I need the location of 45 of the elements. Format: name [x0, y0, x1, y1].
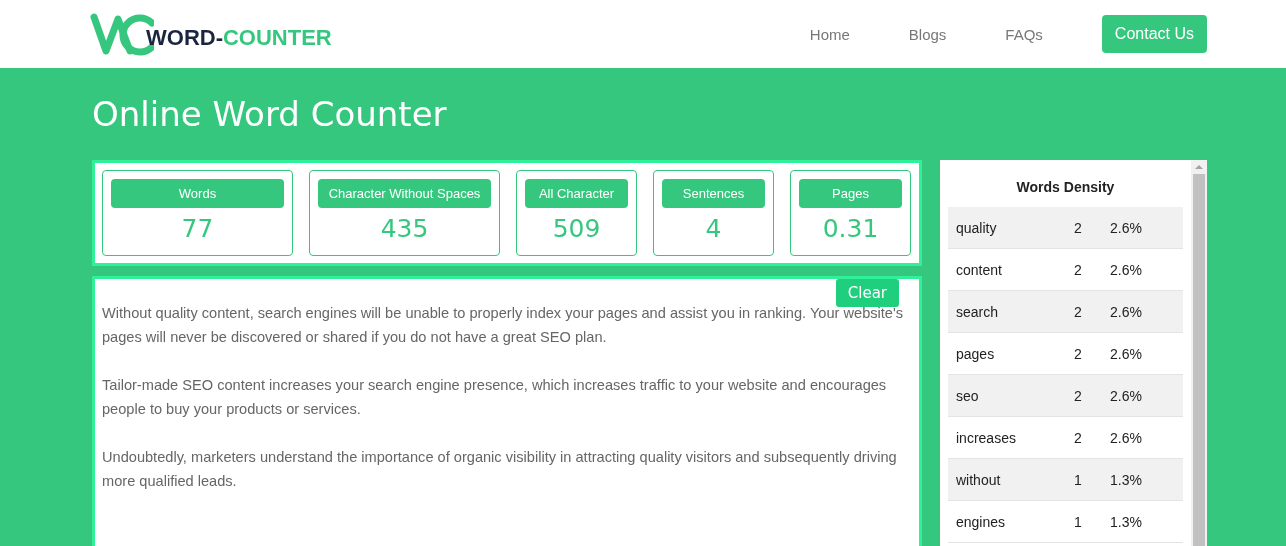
density-word: search: [955, 303, 1000, 320]
page-title: Online Word Counter: [92, 93, 448, 136]
stat-label: All Character: [525, 179, 628, 208]
density-word: engines: [955, 513, 1007, 530]
stat-label: Words: [111, 179, 284, 208]
paragraph: Without quality content, search engines will be unable to properly index your pages and assist you in ranking. Your website's pages will never be discovered or shared if you do not have a great SEO plan.: [102, 304, 905, 347]
nav-link[interactable]: Blogs: [908, 25, 947, 43]
stat-value: 4: [705, 214, 722, 243]
nav-link[interactable]: Home: [809, 25, 850, 43]
density-count: 1: [1074, 513, 1083, 530]
density-percent: 2.6%: [1110, 429, 1143, 446]
nav-link[interactable]: FAQs: [1005, 25, 1043, 43]
density-percent: 1.3%: [1110, 471, 1143, 488]
density-count: 2: [1074, 261, 1083, 278]
stat-value: 0.31: [822, 214, 879, 243]
text-area[interactable]: [92, 276, 922, 546]
density-count: 2: [1074, 345, 1083, 362]
density-percent: 2.6%: [1110, 387, 1143, 404]
density-word: quality: [955, 219, 998, 236]
stat-label: Character Without Spaces: [318, 179, 491, 208]
density-word: pages: [955, 345, 996, 362]
density-percent: 1.3%: [1110, 513, 1143, 530]
stat-label: Pages: [799, 179, 902, 208]
density-percent: 2.6%: [1110, 345, 1143, 362]
density-word: seo: [955, 387, 980, 404]
stat-label: Sentences: [662, 179, 765, 208]
density-percent: 2.6%: [1110, 219, 1143, 236]
stat-value: 77: [181, 214, 214, 243]
density-word: increases: [955, 429, 1017, 446]
density-word: content: [955, 261, 1003, 278]
stat-value: 435: [380, 214, 429, 243]
density-count: 2: [1074, 387, 1083, 404]
density-percent: 2.6%: [1110, 303, 1143, 320]
stat-value: 509: [552, 214, 601, 243]
paragraph: Tailor-made SEO content increases your search engine presence, which increases traffic to your website and encourages people to buy your products or services.: [102, 376, 888, 419]
density-count: 1: [1074, 471, 1083, 488]
density-count: 2: [1074, 219, 1083, 236]
density-title: Words Density: [1015, 178, 1116, 197]
density-word: without: [955, 471, 1002, 488]
paragraph: Undoubtedly, marketers understand the importance of organic visibility in attracting quality visitors and subsequently driving more qualified leads.: [102, 448, 898, 491]
density-percent: 2.6%: [1110, 261, 1143, 278]
density-count: 2: [1074, 429, 1083, 446]
density-count: 2: [1074, 303, 1083, 320]
logo-text: WORD-COUNTER: [146, 25, 332, 51]
scrollbar[interactable]: [1191, 160, 1207, 546]
